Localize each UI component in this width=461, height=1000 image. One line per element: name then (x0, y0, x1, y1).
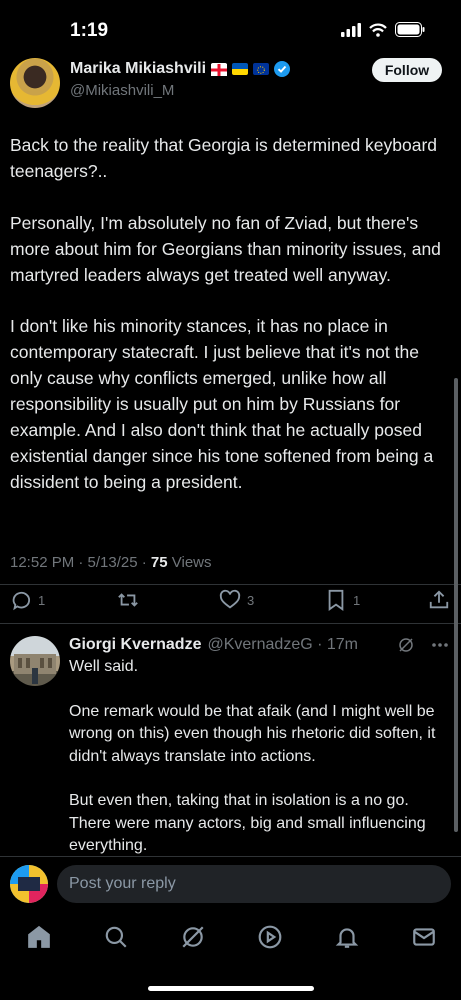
tweet-paragraph: I don't like his minority stances, it ha… (10, 316, 434, 492)
reply-text: Well said. One remark would be that afai… (69, 656, 453, 880)
bookmark-button[interactable]: 1 (325, 589, 360, 611)
eu-flag-icon (253, 63, 270, 75)
communities-icon (182, 926, 204, 948)
home-icon (28, 925, 50, 948)
bottom-tab-bar (0, 912, 461, 1000)
divider (0, 584, 461, 585)
follow-button[interactable]: Follow (372, 58, 442, 82)
reply-count: 1 (38, 592, 46, 608)
retweet-button[interactable] (116, 589, 140, 611)
views-label: Views (167, 554, 212, 571)
share-button[interactable] (428, 589, 450, 611)
like-button[interactable]: 3 (219, 589, 254, 611)
home-indicator[interactable] (148, 986, 314, 991)
tab-notifications[interactable] (334, 924, 360, 950)
status-time: 1:19 (70, 20, 109, 41)
author-avatar[interactable] (10, 58, 60, 108)
reply-paragraph: Well said. (69, 658, 139, 675)
bookmark-icon (328, 589, 344, 611)
tweet-paragraph: Back to the reality that Georgia is dete… (10, 135, 438, 181)
views-count: 75 (150, 554, 168, 571)
tweet-meta: 12:52 PM · 5/13/25 · 75 Views (10, 554, 212, 571)
retweet-icon (118, 593, 138, 607)
bookmark-count: 1 (353, 592, 361, 608)
mail-icon (413, 928, 435, 946)
author-name[interactable]: Marika Mikiashvili (70, 60, 206, 78)
search-icon (105, 926, 127, 948)
reply-paragraph: One remark would be that afaik (and I mi… (69, 702, 436, 765)
wifi-icon (369, 23, 387, 37)
tab-messages[interactable] (411, 924, 437, 950)
tweet-author: Marika Mikiashvili @Mikiashvili_M Follow (0, 56, 461, 108)
verified-badge-icon (274, 61, 291, 77)
tab-search[interactable] (103, 924, 129, 950)
action-bar: 1 3 1 (0, 589, 461, 615)
reply-composer (0, 856, 461, 912)
like-count: 3 (247, 592, 255, 608)
tweet-timestamp[interactable]: 12:52 PM · 5/13/25 · (10, 554, 151, 571)
bell-icon (335, 928, 359, 948)
tab-video[interactable] (257, 924, 283, 950)
reply-icon (12, 591, 31, 611)
scrollbar[interactable] (454, 378, 458, 832)
signal-icon (341, 22, 361, 37)
reply-avatar[interactable] (10, 636, 60, 686)
more-icon[interactable] (431, 642, 449, 648)
tab-home[interactable] (26, 924, 52, 950)
status-bar: 1:19 (0, 0, 461, 58)
reply-author-name[interactable]: Giorgi Kvernadze (69, 636, 201, 654)
reply-input[interactable] (57, 865, 451, 903)
reply-author-handle[interactable]: @KvernadzeG · 17m (207, 636, 358, 654)
user-avatar[interactable] (10, 865, 48, 903)
reply-header: Giorgi Kvernadze @KvernadzeG · 17m (69, 636, 358, 654)
play-icon (258, 925, 282, 949)
reply-paragraph: But even then, taking that in isolation … (69, 792, 426, 855)
divider (0, 623, 461, 624)
status-icons (341, 22, 425, 37)
reply-button[interactable]: 1 (10, 589, 45, 611)
georgia-flag-icon (211, 63, 228, 76)
grok-icon[interactable] (397, 636, 415, 654)
share-icon (429, 590, 449, 609)
tweet-paragraph: Personally, I'm absolutely no fan of Zvi… (10, 212, 441, 285)
author-handle[interactable]: @Mikiashvili_M (70, 82, 174, 99)
tweet-text: Back to the reality that Georgia is dete… (10, 133, 450, 522)
tab-grok[interactable] (180, 924, 206, 950)
battery-icon (395, 22, 425, 37)
ukraine-flag-icon (232, 63, 249, 75)
reply-tools (397, 636, 449, 654)
like-icon (219, 589, 241, 609)
